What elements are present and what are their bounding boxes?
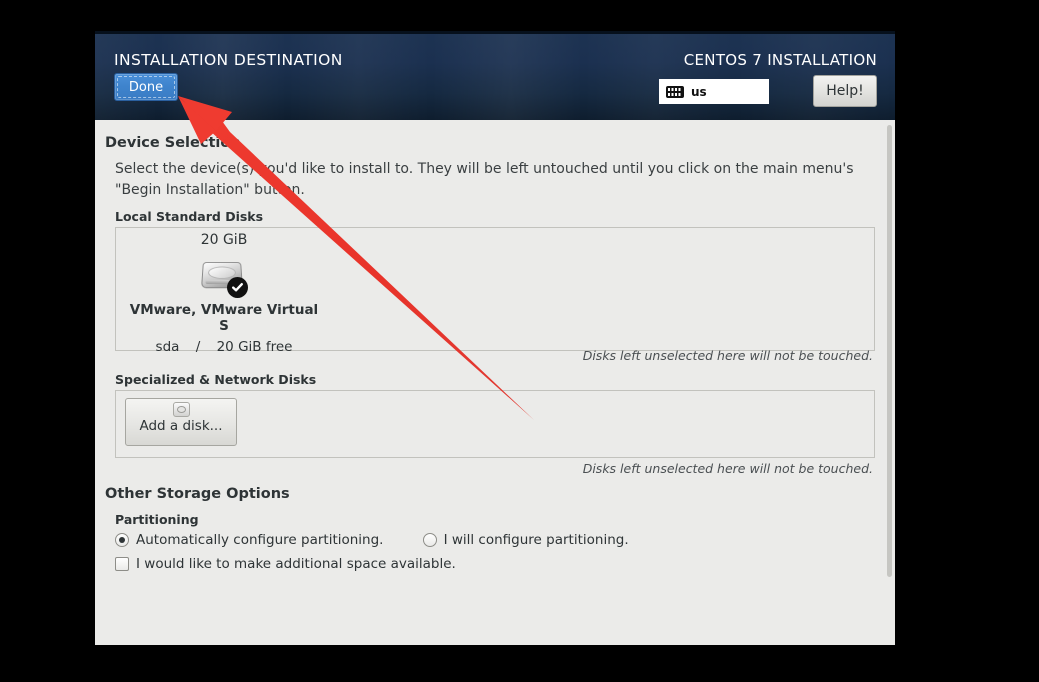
- keyboard-layout-indicator[interactable]: us: [659, 79, 769, 104]
- radio-manual-partitioning-label: I will configure partitioning.: [443, 532, 629, 548]
- radio-manual-partitioning[interactable]: I will configure partitioning.: [422, 532, 629, 548]
- disk-meta-separator: /: [195, 339, 201, 355]
- help-button[interactable]: Help!: [813, 75, 877, 107]
- hard-disk-icon: [200, 258, 248, 298]
- done-button[interactable]: Done: [114, 73, 178, 101]
- add-a-disk-button[interactable]: Add a disk...: [125, 398, 237, 446]
- radio-auto-partitioning[interactable]: Automatically configure partitioning.: [115, 532, 383, 548]
- specialized-disks-hint: Disks left unselected here will not be t…: [582, 461, 873, 476]
- disk-capacity: 20 GiB: [200, 232, 248, 248]
- scroll-area: Device Selection Select the device(s) yo…: [95, 120, 895, 612]
- device-selection-description-line2: "Begin Installation" button.: [115, 182, 305, 198]
- other-storage-options-heading: Other Storage Options: [105, 486, 290, 502]
- network-disk-icon: [172, 402, 190, 417]
- disk-tile-sda[interactable]: 20 GiB VMware, VMware Virtual S sda / 20…: [125, 232, 323, 355]
- checkbox-reclaim-space-indicator: [115, 557, 129, 571]
- radio-auto-partitioning-label: Automatically configure partitioning.: [136, 532, 384, 548]
- keyboard-layout-label: us: [691, 84, 707, 99]
- keyboard-icon: [666, 85, 684, 98]
- local-standard-disks-label: Local Standard Disks: [115, 209, 264, 224]
- radio-manual-partitioning-indicator: [422, 533, 437, 547]
- partitioning-label: Partitioning: [115, 512, 199, 527]
- vertical-scrollbar[interactable]: [887, 125, 892, 577]
- disk-free-space: 20 GiB free: [216, 339, 293, 355]
- check-badge-icon: [227, 277, 248, 298]
- specialized-network-disks-label: Specialized & Network Disks: [115, 372, 317, 387]
- checkbox-reclaim-space-label: I would like to make additional space av…: [136, 556, 456, 572]
- disk-model-name: VMware, VMware Virtual S: [129, 302, 319, 334]
- screen: INSTALLATION DESTINATION Done CENTOS 7 I…: [0, 0, 1039, 682]
- help-button-label: Help!: [826, 83, 864, 99]
- device-selection-heading: Device Selection: [105, 135, 241, 151]
- local-disks-hint: Disks left unselected here will not be t…: [582, 348, 873, 363]
- add-a-disk-label: Add a disk...: [139, 418, 223, 434]
- partitioning-radio-group: Automatically configure partitioning. I …: [115, 532, 629, 551]
- installer-window: INSTALLATION DESTINATION Done CENTOS 7 I…: [95, 31, 895, 645]
- checkbox-reclaim-space[interactable]: I would like to make additional space av…: [115, 556, 456, 572]
- page-title: INSTALLATION DESTINATION: [114, 51, 343, 69]
- window-header: INSTALLATION DESTINATION Done CENTOS 7 I…: [95, 31, 895, 120]
- reclaim-space-row: I would like to make additional space av…: [115, 556, 456, 575]
- disk-device-node: sda: [155, 339, 180, 355]
- device-selection-description-line1: Select the device(s) you'd like to insta…: [115, 161, 854, 177]
- product-title: CENTOS 7 INSTALLATION: [683, 51, 877, 69]
- disk-meta: sda / 20 GiB free: [125, 339, 323, 355]
- window-content: Device Selection Select the device(s) yo…: [95, 120, 895, 645]
- radio-auto-partitioning-indicator: [115, 533, 129, 547]
- done-button-label: Done: [128, 79, 164, 95]
